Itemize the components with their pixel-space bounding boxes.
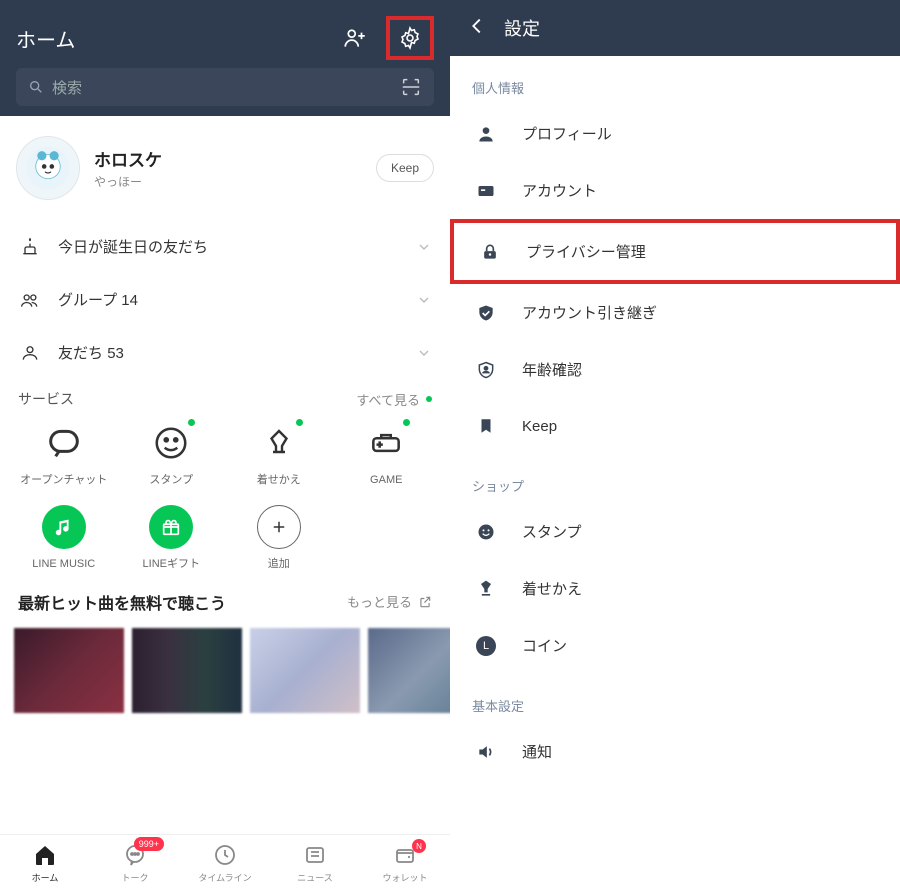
search-icon: [28, 79, 44, 95]
section-personal: 個人情報: [450, 56, 900, 105]
chevron-down-icon: [416, 345, 432, 361]
chevron-left-icon: [466, 15, 488, 37]
dot-icon: [426, 396, 432, 402]
brush-icon: [261, 425, 297, 461]
shield-check-icon: [472, 303, 500, 323]
lock-icon: [476, 242, 504, 262]
bottom-tabs: ホーム 999+ トーク タイムライン ニュース N ウォレット: [0, 834, 450, 888]
section-shop: ショップ: [450, 454, 900, 503]
tab-timeline[interactable]: タイムライン: [180, 841, 270, 884]
birthday-icon: [18, 237, 42, 257]
chevron-down-icon: [416, 239, 432, 255]
keep-button[interactable]: Keep: [376, 154, 434, 182]
smile-icon: [472, 522, 500, 542]
home-header: ホーム 検索: [0, 0, 450, 116]
back-button[interactable]: [466, 15, 488, 42]
service-openchat[interactable]: オープンチャット: [10, 421, 118, 487]
settings-item-privacy[interactable]: プライバシー管理: [450, 219, 900, 284]
music-tile[interactable]: [368, 628, 450, 713]
brush-icon: [472, 579, 500, 599]
settings-title: 設定: [504, 15, 540, 41]
service-add[interactable]: 追加: [225, 505, 333, 571]
dot-icon: [296, 419, 303, 426]
music-tiles: [0, 620, 450, 721]
groups-label: グループ: [58, 292, 117, 309]
avatar: [16, 136, 80, 200]
friends-count: 53: [107, 345, 124, 362]
tab-talk[interactable]: 999+ トーク: [90, 841, 180, 884]
services-title: サービス: [18, 389, 74, 409]
settings-item-notification[interactable]: 通知: [450, 723, 900, 780]
shield-person-icon: [472, 360, 500, 380]
scan-icon[interactable]: [400, 76, 422, 98]
group-icon: [18, 290, 42, 310]
search-placeholder: 検索: [52, 77, 400, 98]
home-pane: ホーム 検索 ホロスケ やっほー Keep 今日が誕生: [0, 0, 450, 888]
openchat-icon: [44, 423, 84, 463]
person-add-icon: [342, 25, 368, 51]
home-icon: [31, 841, 59, 869]
services-see-all[interactable]: すべて見る: [356, 390, 432, 409]
settings-item-transfer[interactable]: アカウント引き継ぎ: [450, 284, 900, 341]
friends-label: 友だち: [58, 345, 103, 362]
tab-news[interactable]: ニュース: [270, 841, 360, 884]
service-stamp[interactable]: スタンプ: [118, 421, 226, 487]
news-icon: [301, 841, 329, 869]
service-music[interactable]: LINE MUSIC: [10, 505, 118, 571]
groups-count: 14: [121, 292, 138, 309]
settings-item-keep[interactable]: Keep: [450, 398, 900, 454]
settings-header: 設定: [450, 0, 900, 56]
person-icon: [18, 343, 42, 363]
music-tile[interactable]: [132, 628, 242, 713]
music-tile[interactable]: [250, 628, 360, 713]
profile-icon: [472, 124, 500, 144]
service-gift[interactable]: LINEギフト: [118, 505, 226, 571]
sound-icon: [472, 742, 500, 762]
gear-icon: [398, 26, 422, 50]
bookmark-icon: [472, 416, 500, 436]
coin-icon: L: [472, 636, 500, 656]
badge: N: [412, 839, 426, 853]
settings-item-account[interactable]: アカウント: [450, 162, 900, 219]
home-title: ホーム: [16, 24, 75, 53]
service-game[interactable]: GAME: [333, 421, 441, 487]
settings-item-theme[interactable]: 着せかえ: [450, 560, 900, 617]
section-basic: 基本設定: [450, 674, 900, 723]
services-grid: オープンチャット スタンプ 着せかえ GAME LINE MUSIC LINEギ…: [0, 415, 450, 580]
external-icon: [418, 595, 432, 609]
smile-icon: [152, 424, 190, 462]
card-icon: [472, 181, 500, 201]
profile-row[interactable]: ホロスケ やっほー Keep: [0, 116, 450, 220]
service-theme[interactable]: 着せかえ: [225, 421, 333, 487]
plus-icon: [270, 518, 288, 536]
settings-item-stamp[interactable]: スタンプ: [450, 503, 900, 560]
friends-row[interactable]: 友だち 53: [0, 326, 450, 379]
gift-icon: [160, 516, 182, 538]
birthday-row[interactable]: 今日が誕生日の友だち: [0, 220, 450, 273]
gamepad-icon: [367, 424, 405, 462]
settings-button[interactable]: [386, 16, 434, 60]
music-tile[interactable]: [14, 628, 124, 713]
search-input[interactable]: 検索: [16, 68, 434, 106]
chevron-down-icon: [416, 292, 432, 308]
badge: 999+: [134, 837, 164, 851]
birthday-label: 今日が誕生日の友だち: [58, 236, 416, 257]
profile-status: やっほー: [94, 173, 376, 190]
music-section-title: 最新ヒット曲を無料で聴こう: [18, 590, 226, 614]
settings-item-profile[interactable]: プロフィール: [450, 105, 900, 162]
tab-home[interactable]: ホーム: [0, 841, 90, 884]
settings-pane: 設定 個人情報 プロフィール アカウント プライバシー管理 アカウント引き継ぎ …: [450, 0, 900, 888]
tab-wallet[interactable]: N ウォレット: [360, 841, 450, 884]
settings-item-age[interactable]: 年齢確認: [450, 341, 900, 398]
music-icon: [53, 516, 75, 538]
groups-row[interactable]: グループ 14: [0, 273, 450, 326]
profile-name: ホロスケ: [94, 146, 376, 171]
music-more[interactable]: もっと見る: [347, 592, 432, 611]
dot-icon: [188, 419, 195, 426]
settings-item-coin[interactable]: L コイン: [450, 617, 900, 674]
add-friend-button[interactable]: [342, 25, 368, 51]
clock-icon: [211, 841, 239, 869]
dot-icon: [403, 419, 410, 426]
